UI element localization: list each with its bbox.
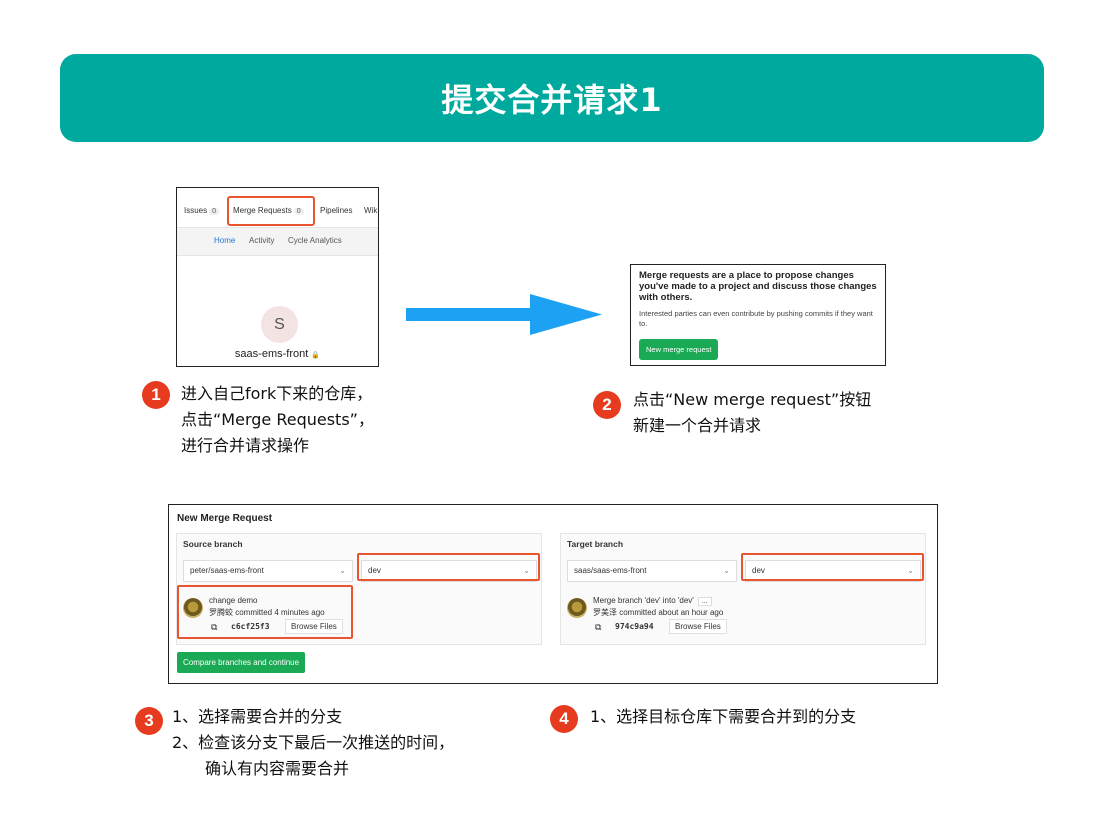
step-1-text: 进入自己fork下来的仓库， 点击“Merge Requests”， 进行合并请… — [181, 384, 374, 455]
source-branch-highlight — [357, 553, 540, 581]
commit-sha[interactable]: 974c9a94 — [615, 622, 654, 631]
commit-title[interactable]: Merge branch 'dev' into 'dev'... — [593, 596, 712, 606]
copy-icon[interactable]: ⧉ — [595, 622, 601, 633]
subnav-activity[interactable]: Activity — [249, 236, 274, 245]
project-avatar: S — [261, 306, 298, 343]
chevron-down-icon: ⌄ — [339, 566, 346, 575]
browse-files-button[interactable]: Browse Files — [669, 619, 727, 634]
target-branch-panel: Target branch saas/saas-ems-front ⌄ dev ⌄ … — [560, 533, 926, 645]
target-branch-label: Target branch — [567, 539, 624, 549]
step-3-marker: 3 — [135, 707, 163, 735]
author-avatar — [567, 598, 587, 618]
source-commit-highlight — [177, 585, 353, 639]
source-project-select[interactable]: peter/saas-ems-front ⌄ — [183, 560, 353, 582]
project-subnav: Home Activity Cycle Analytics — [177, 228, 378, 256]
step-3-text: 1、选择需要合并的分支 2、检查该分支下最后一次推送的时间， 确认有内容需要合并 — [172, 707, 455, 778]
step-4-marker: 4 — [550, 705, 578, 733]
target-commit-info: Merge branch 'dev' into 'dev'... 罗美泽 com… — [567, 596, 757, 634]
form-title: New Merge Request — [177, 513, 273, 524]
empty-state-description: Interested parties can even contribute b… — [639, 309, 873, 328]
compare-branches-button[interactable]: Compare branches and continue — [177, 652, 306, 673]
lock-icon: 🔒 — [311, 352, 321, 359]
tab-issues[interactable]: Issues 0 — [184, 206, 220, 215]
commit-meta: 罗美泽 committed about an hour ago — [593, 608, 724, 617]
project-name: saas-ems-front 🔒 — [234, 348, 321, 360]
source-branch-label: Source branch — [183, 539, 243, 549]
chevron-down-icon: ⌄ — [723, 566, 730, 575]
empty-state-heading: Merge requests are a place to propose ch… — [639, 270, 877, 303]
target-project-select[interactable]: saas/saas-ems-front ⌄ — [567, 560, 737, 582]
step-4-text: 1、选择目标仓库下需要合并到的分支 — [590, 707, 857, 726]
step-2-marker: 2 — [593, 391, 621, 419]
subnav-cycle-analytics[interactable]: Cycle Analytics — [288, 236, 342, 245]
target-branch-highlight — [741, 553, 924, 581]
tab-wiki[interactable]: Wik — [364, 206, 377, 215]
tab-pipelines[interactable]: Pipelines — [320, 206, 352, 215]
step-2-text: 点击“New merge request”按钮 新建一个合并请求 — [633, 390, 872, 435]
expand-commit-button[interactable]: ... — [697, 597, 712, 606]
issues-count-badge: 0 — [209, 208, 220, 215]
project-page-screenshot: Issues 0 Merge Requests 0 Pipelines Wik Ho… — [176, 187, 379, 367]
merge-requests-highlight — [227, 196, 315, 226]
new-merge-request-screenshot: New Merge Request Source branch peter/sa… — [168, 504, 938, 684]
step-1-marker: 1 — [142, 381, 170, 409]
new-merge-request-button[interactable]: New merge request — [639, 339, 719, 360]
subnav-home[interactable]: Home — [214, 236, 235, 245]
merge-requests-empty-screenshot: Merge requests are a place to propose ch… — [630, 264, 886, 366]
page-title: 提交合并请求1 — [441, 81, 663, 119]
right-arrow-icon — [406, 294, 602, 335]
title-banner: 提交合并请求1 — [60, 54, 1044, 142]
